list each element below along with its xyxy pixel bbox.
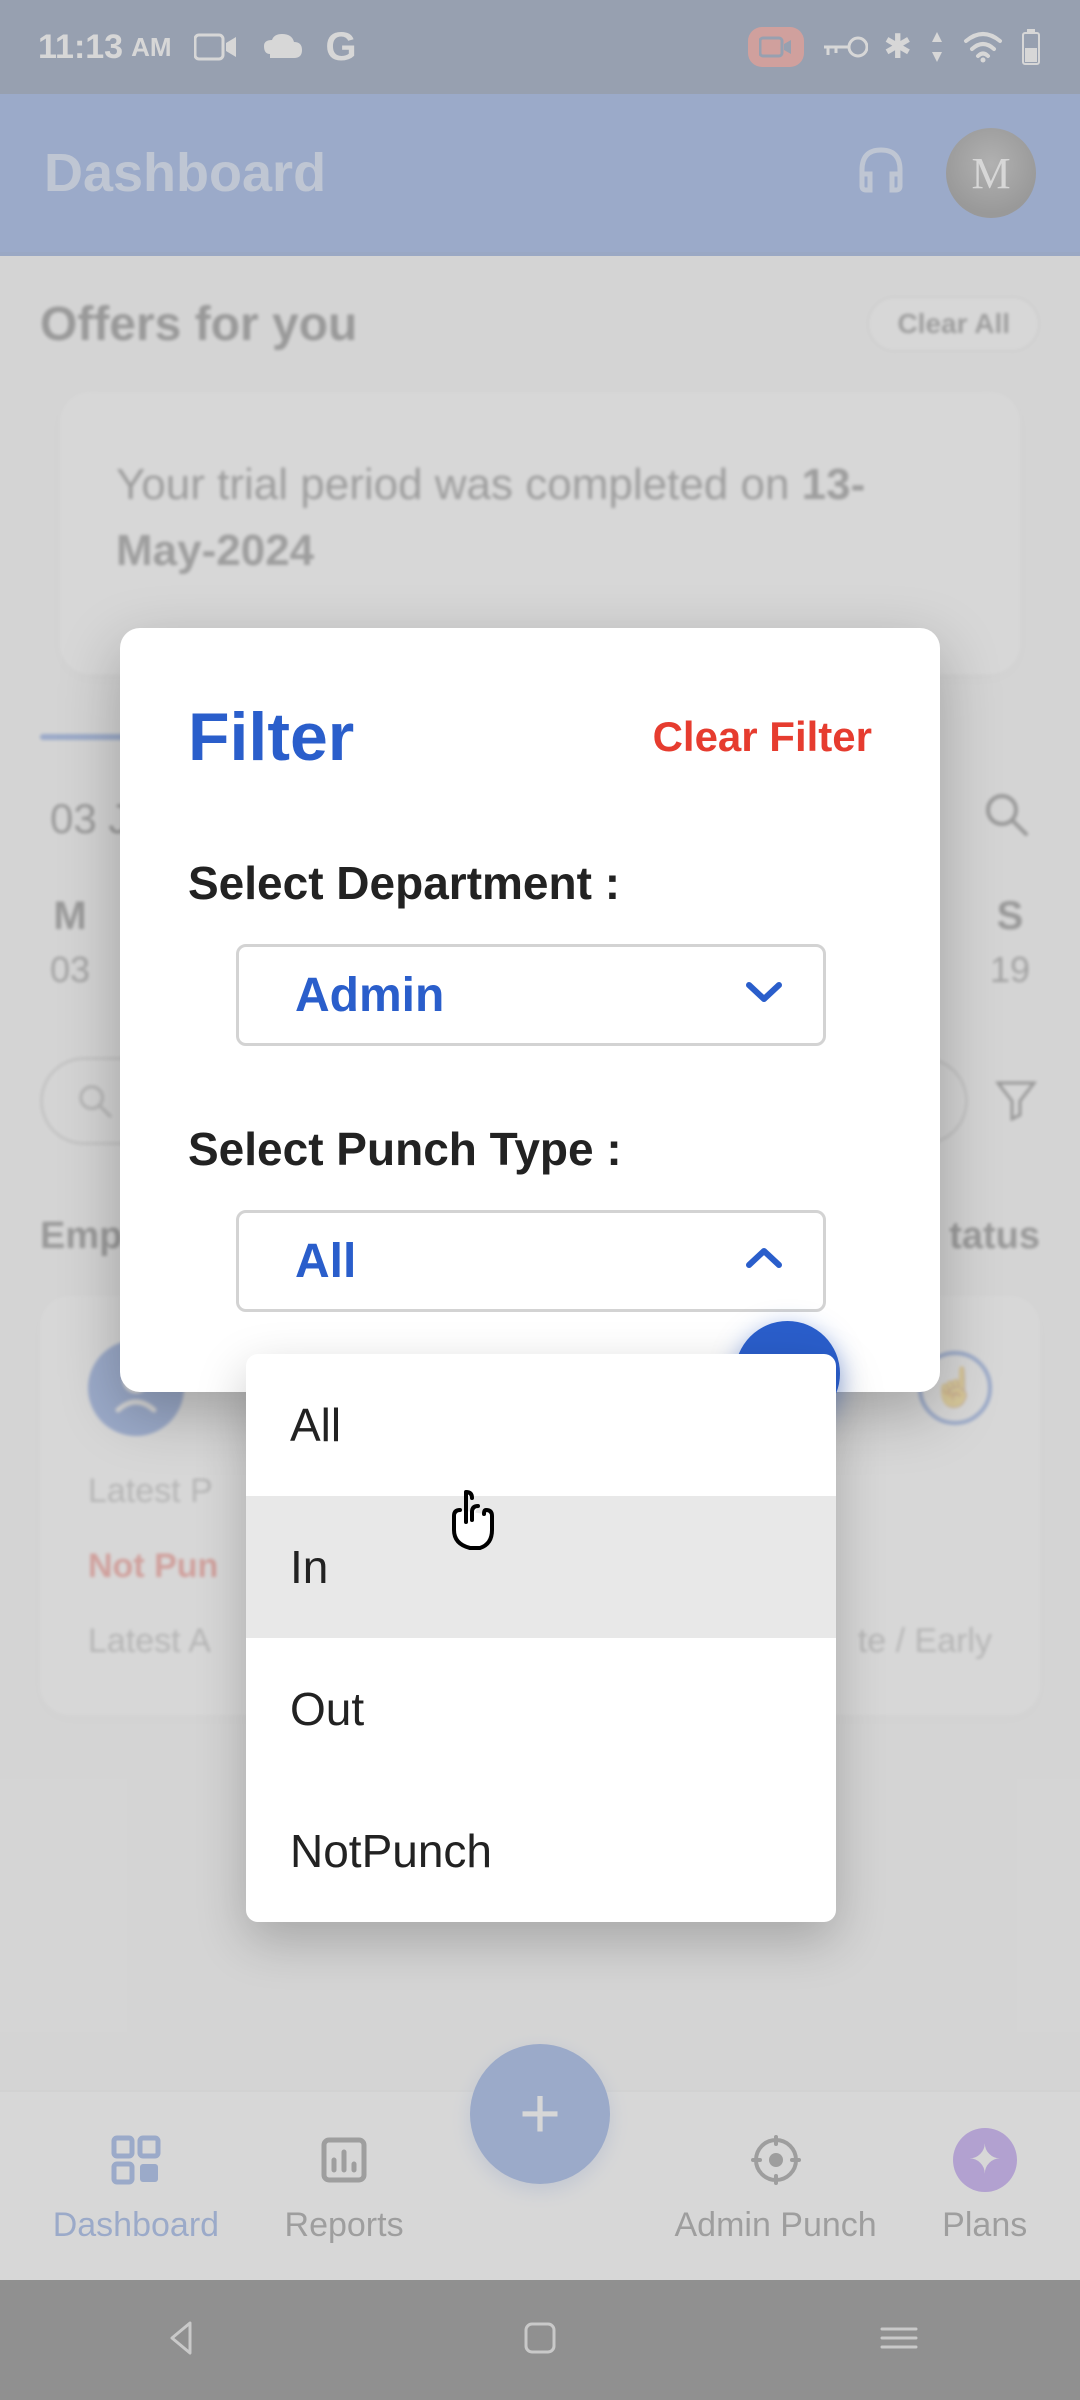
punch-type-label: Select Punch Type : bbox=[188, 1122, 872, 1176]
filter-dialog: Filter Clear Filter Select Department : … bbox=[120, 628, 940, 1392]
dropdown-option-all[interactable]: All bbox=[246, 1354, 836, 1496]
pointer-cursor-icon bbox=[444, 1486, 500, 1561]
department-value: Admin bbox=[295, 968, 444, 1023]
department-label: Select Department : bbox=[188, 856, 872, 910]
punch-type-value: All bbox=[295, 1234, 356, 1289]
dropdown-option-notpunch[interactable]: NotPunch bbox=[246, 1780, 836, 1922]
chevron-down-icon bbox=[743, 979, 785, 1012]
chevron-up-icon bbox=[743, 1245, 785, 1278]
punch-type-select[interactable]: All bbox=[236, 1210, 826, 1312]
dialog-title: Filter bbox=[188, 698, 354, 776]
punch-type-dropdown: All In Out NotPunch bbox=[246, 1354, 836, 1922]
dropdown-option-in[interactable]: In bbox=[246, 1496, 836, 1638]
dropdown-option-out[interactable]: Out bbox=[246, 1638, 836, 1780]
clear-filter-button[interactable]: Clear Filter bbox=[653, 713, 872, 761]
department-select[interactable]: Admin bbox=[236, 944, 826, 1046]
